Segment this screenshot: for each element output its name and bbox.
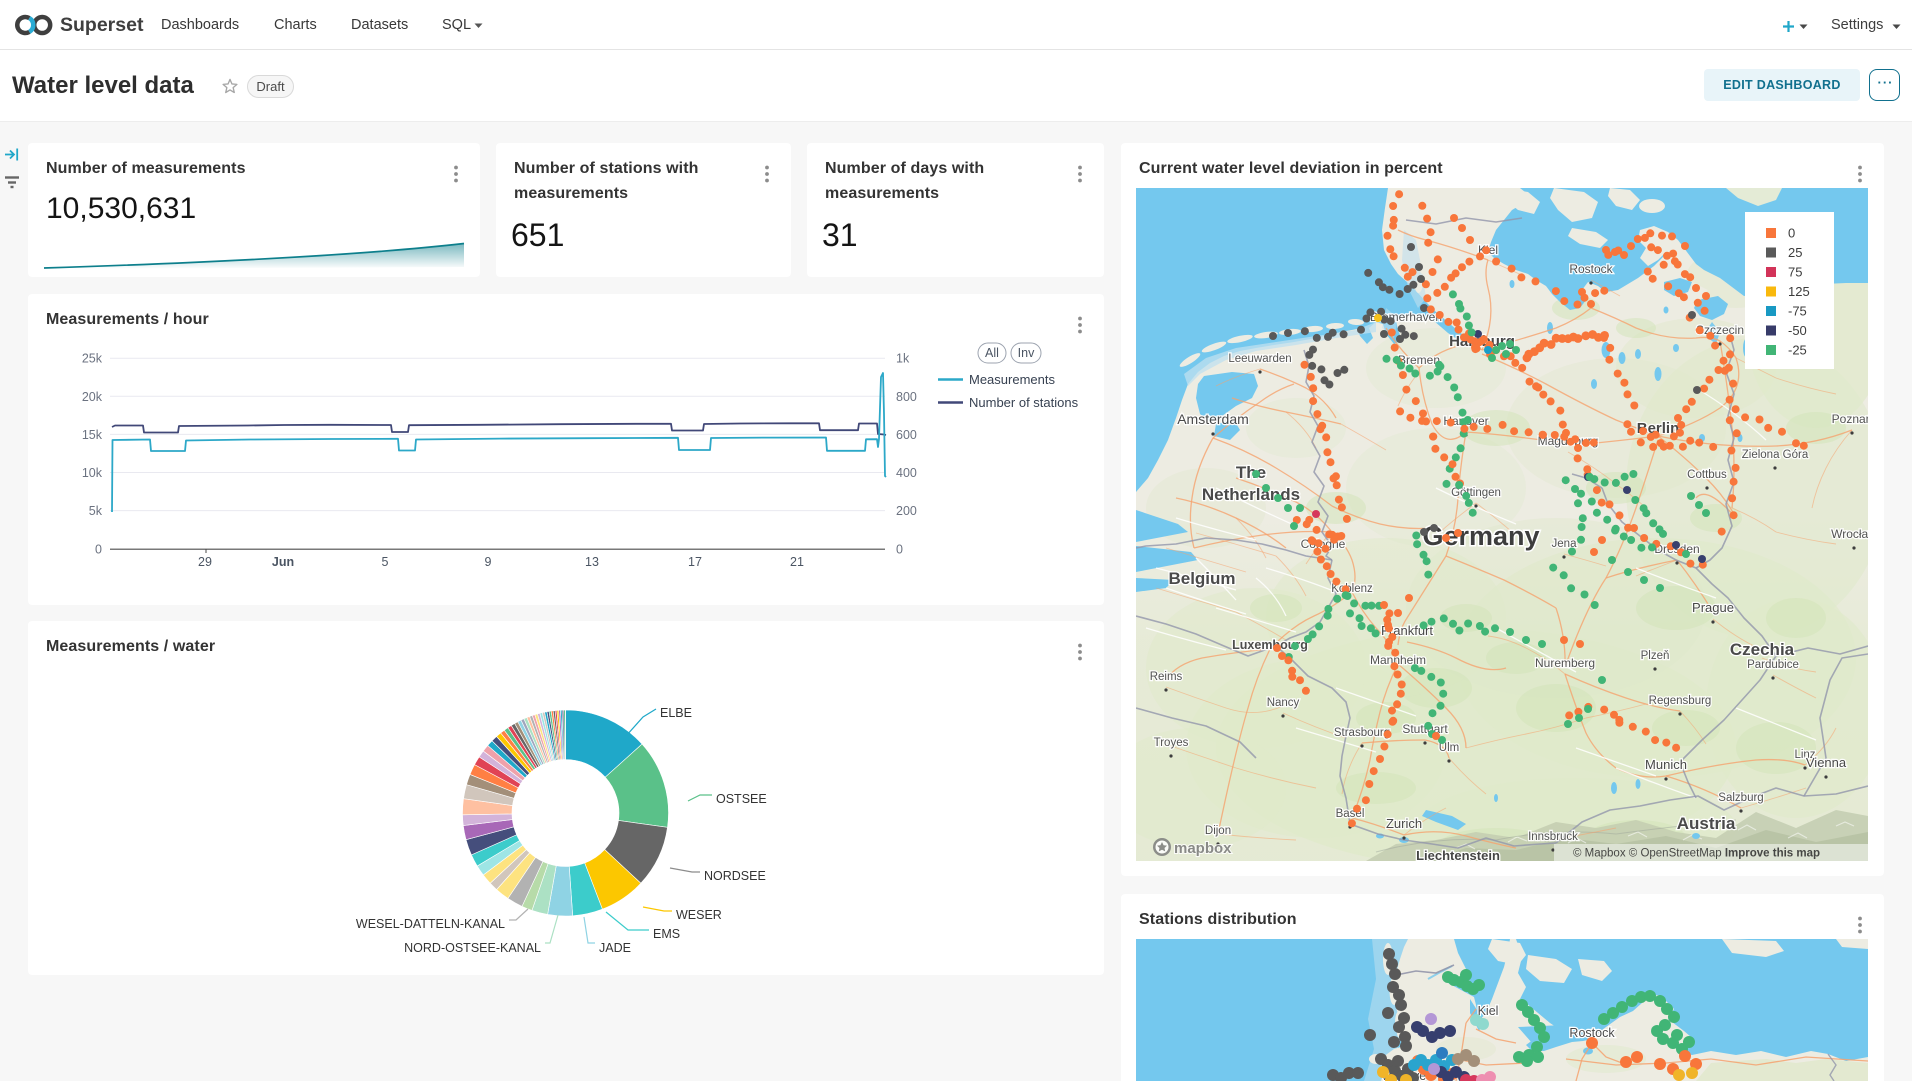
svg-text:Netherlands: Netherlands — [1202, 485, 1300, 504]
svg-text:Leeuwarden: Leeuwarden — [1228, 353, 1291, 365]
svg-text:Troyes: Troyes — [1154, 737, 1189, 749]
svg-text:0: 0 — [896, 543, 903, 557]
svg-text:-25: -25 — [1788, 343, 1807, 358]
svg-text:Regensburg: Regensburg — [1649, 695, 1712, 707]
svg-text:0: 0 — [1788, 226, 1795, 241]
svg-text:© Mapbox © OpenStreetMap Impro: © Mapbox © OpenStreetMap Improve this ma… — [1573, 848, 1820, 860]
svg-text:Poznań: Poznań — [1832, 412, 1868, 426]
svg-text:Rostock: Rostock — [1569, 262, 1613, 276]
svg-text:17: 17 — [688, 555, 702, 569]
svg-text:Kiel: Kiel — [1478, 1004, 1499, 1018]
svg-text:25k: 25k — [82, 352, 103, 366]
svg-text:WESEL-DATTELN-KANAL: WESEL-DATTELN-KANAL — [356, 917, 505, 931]
svg-text:75: 75 — [1788, 265, 1802, 280]
svg-text:Czechia: Czechia — [1730, 640, 1795, 659]
svg-text:Cottbus: Cottbus — [1687, 469, 1727, 481]
svg-text:Jun: Jun — [272, 555, 294, 569]
svg-text:Innsbruck: Innsbruck — [1528, 831, 1578, 843]
svg-text:Liechtenstein: Liechtenstein — [1416, 848, 1500, 861]
svg-text:10k: 10k — [82, 466, 103, 480]
svg-text:Amsterdam: Amsterdam — [1177, 411, 1249, 427]
svg-text:Strasbourg: Strasbourg — [1334, 727, 1390, 739]
svg-text:Zielona Góra: Zielona Góra — [1742, 449, 1809, 461]
svg-text:Nancy: Nancy — [1267, 697, 1300, 709]
svg-text:1k: 1k — [896, 352, 910, 366]
svg-text:EMS: EMS — [653, 927, 680, 941]
svg-text:800: 800 — [896, 390, 917, 404]
svg-text:400: 400 — [896, 466, 917, 480]
svg-text:WESER: WESER — [676, 908, 722, 922]
svg-text:OSTSEE: OSTSEE — [716, 792, 767, 806]
svg-text:-75: -75 — [1788, 304, 1807, 319]
svg-text:Inv: Inv — [1018, 346, 1035, 360]
svg-text:25: 25 — [1788, 245, 1802, 260]
svg-text:Munich: Munich — [1645, 757, 1687, 772]
svg-text:20k: 20k — [82, 390, 103, 404]
svg-text:Plzeň: Plzeň — [1641, 650, 1670, 662]
svg-text:Zurich: Zurich — [1386, 816, 1422, 831]
svg-text:Nuremberg: Nuremberg — [1535, 656, 1595, 670]
svg-text:5k: 5k — [89, 504, 103, 518]
svg-text:Salzburg: Salzburg — [1718, 792, 1763, 804]
svg-text:mapbox: mapbox — [1174, 840, 1232, 857]
svg-text:NORDSEE: NORDSEE — [704, 869, 766, 883]
svg-text:NORD-OSTSEE-KANAL: NORD-OSTSEE-KANAL — [404, 941, 541, 955]
svg-text:13: 13 — [585, 555, 599, 569]
svg-text:29: 29 — [198, 555, 212, 569]
svg-text:Number of stations: Number of stations — [969, 395, 1079, 410]
svg-text:5: 5 — [382, 555, 389, 569]
svg-text:Measurements: Measurements — [969, 372, 1055, 387]
svg-text:Belgium: Belgium — [1168, 569, 1235, 588]
svg-text:ELBE: ELBE — [660, 706, 692, 720]
svg-text:200: 200 — [896, 504, 917, 518]
svg-text:Dijon: Dijon — [1205, 825, 1231, 837]
svg-text:Prague: Prague — [1692, 600, 1734, 615]
svg-text:9: 9 — [485, 555, 492, 569]
svg-text:Pardubice: Pardubice — [1747, 659, 1799, 671]
svg-text:Austria: Austria — [1677, 814, 1736, 833]
svg-text:-50: -50 — [1788, 323, 1807, 338]
svg-text:The: The — [1236, 463, 1266, 482]
svg-text:0: 0 — [95, 543, 102, 557]
svg-text:600: 600 — [896, 428, 917, 442]
svg-text:JADE: JADE — [599, 941, 631, 955]
svg-text:Reims: Reims — [1150, 671, 1183, 683]
svg-text:15k: 15k — [82, 428, 103, 442]
svg-text:Vienna: Vienna — [1806, 755, 1847, 770]
svg-text:Germany: Germany — [1422, 521, 1539, 551]
svg-text:21: 21 — [790, 555, 804, 569]
svg-text:125: 125 — [1788, 284, 1810, 299]
svg-text:Wrocław: Wrocław — [1831, 527, 1868, 541]
svg-text:All: All — [985, 346, 999, 360]
